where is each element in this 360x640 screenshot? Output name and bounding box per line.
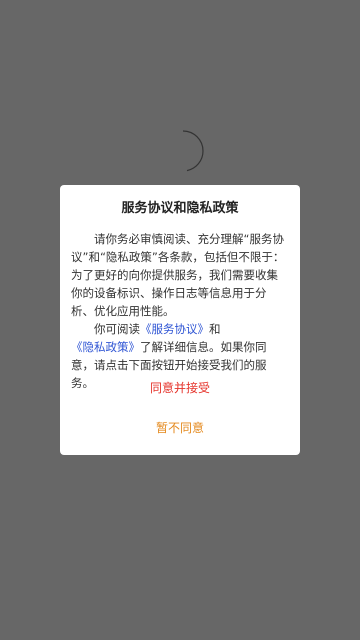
loading-spinner-icon <box>182 130 204 172</box>
service-agreement-link[interactable]: 《服务协议》 <box>140 322 209 336</box>
paragraph-2-and: 和 <box>209 322 221 336</box>
agree-button[interactable]: 同意并接受 <box>60 380 300 396</box>
paragraph-2-prefix: 你可阅读 <box>94 322 140 336</box>
privacy-policy-link[interactable]: 《隐私政策》 <box>71 340 140 354</box>
dialog-body: 请你务必审慎阅读、充分理解“服务协议”和“隐私政策”各条款，包括但不限于：为了更… <box>71 230 289 392</box>
disagree-button[interactable]: 暂不同意 <box>60 420 300 436</box>
dialog-title: 服务协议和隐私政策 <box>121 201 239 216</box>
privacy-dialog: 服务协议和隐私政策 请你务必审慎阅读、充分理解“服务协议”和“隐私政策”各条款，… <box>60 185 300 455</box>
dialog-paragraph-1: 请你务必审慎阅读、充分理解“服务协议”和“隐私政策”各条款，包括但不限于：为了更… <box>71 232 285 318</box>
